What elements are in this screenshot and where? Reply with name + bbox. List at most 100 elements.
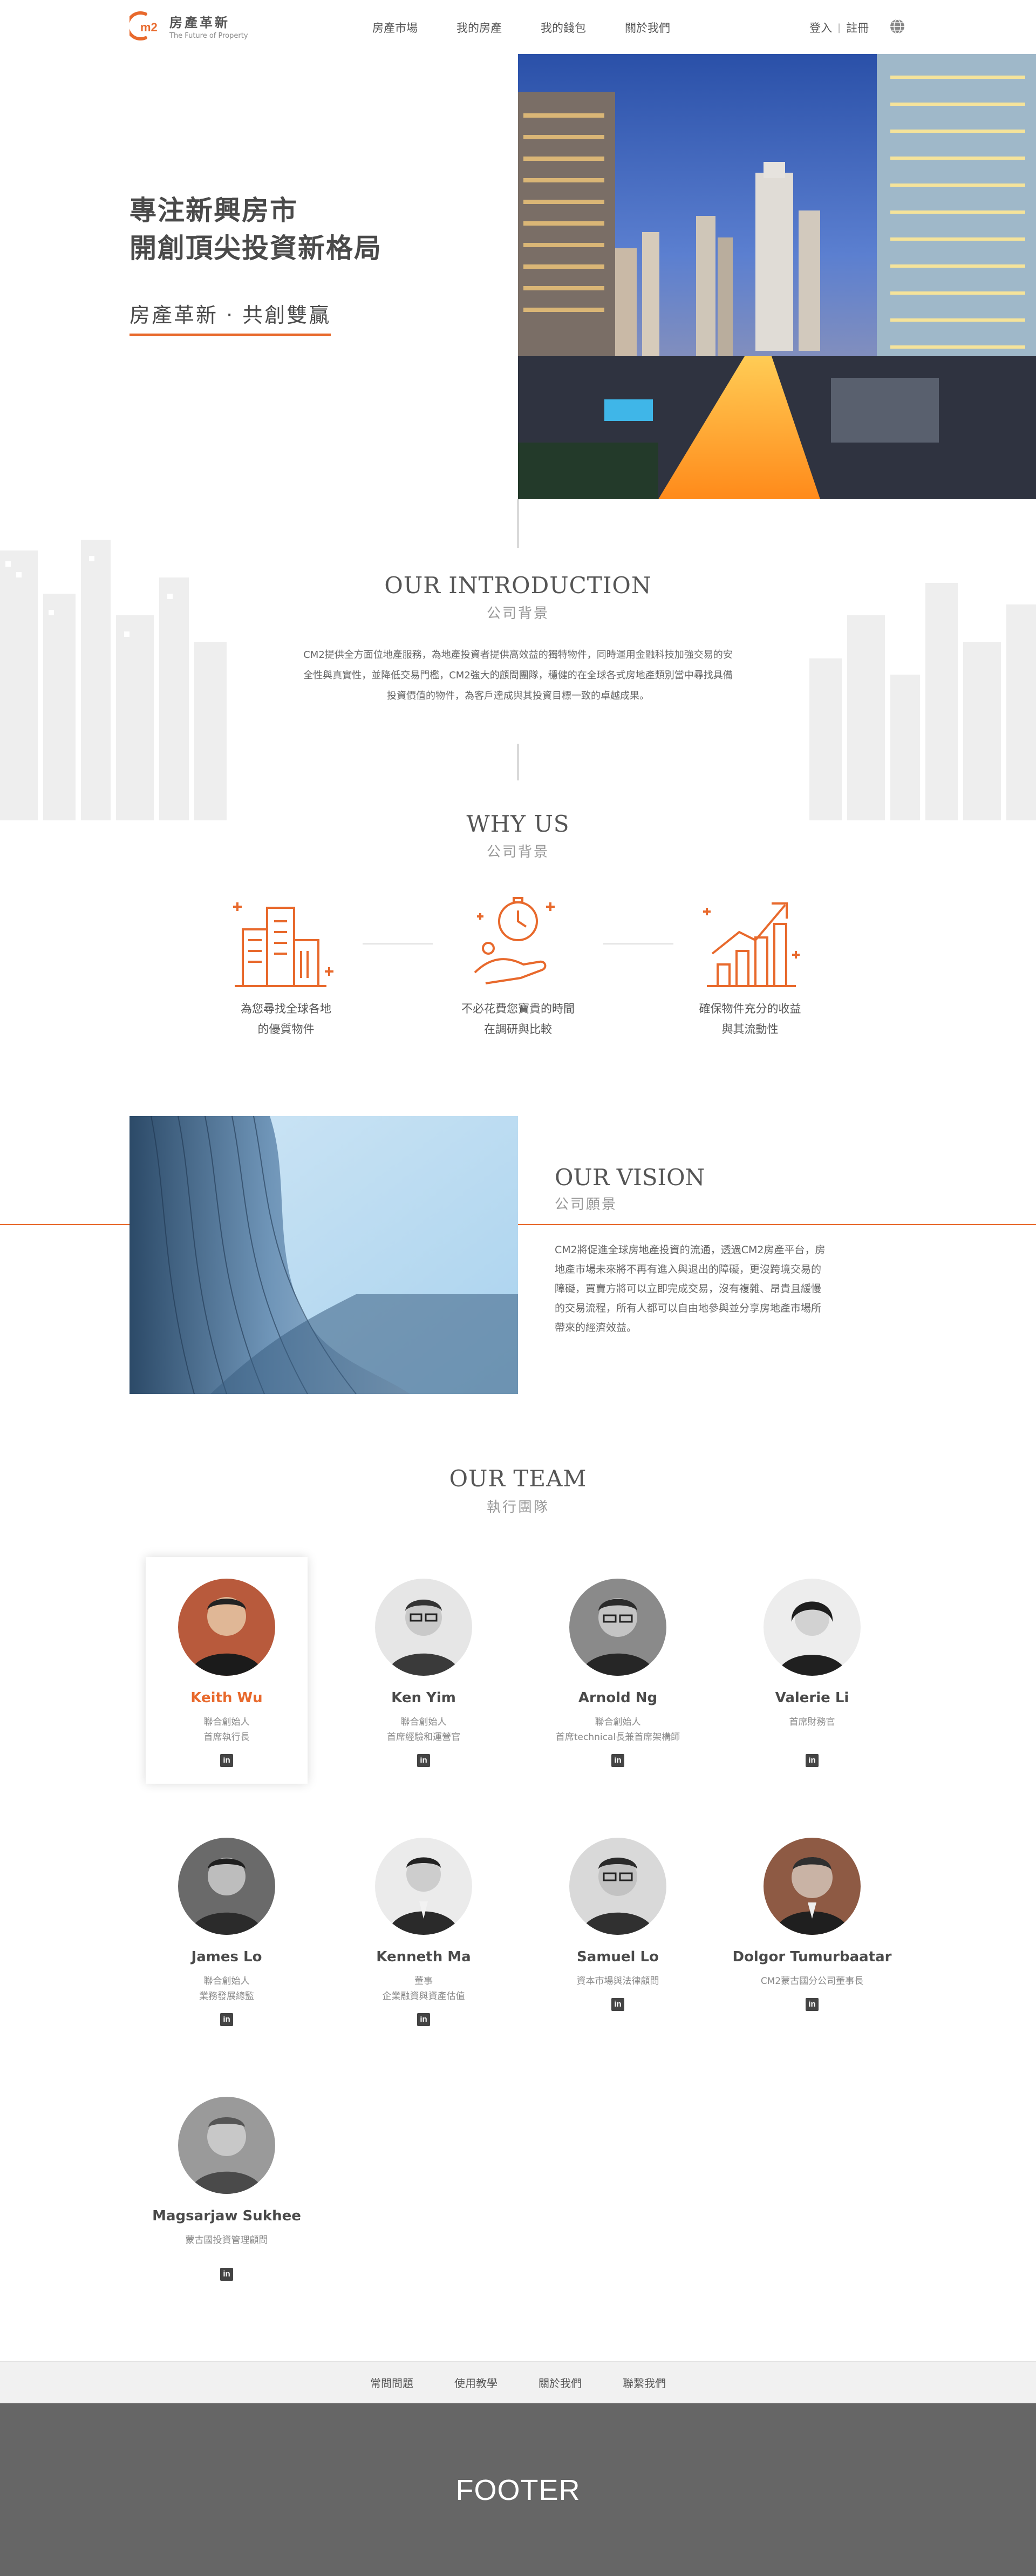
member-photo bbox=[178, 1838, 275, 1935]
member-name: Samuel Lo bbox=[577, 1949, 659, 1965]
intro-body: CM2提供全方面位地產服務，為地產投資者提供高效益的獨特物件，同時運用金融科技加… bbox=[264, 645, 772, 706]
why-us-item-text: 為您尋找全球各地 的優質物件 bbox=[189, 998, 383, 1039]
member-role: 董事 企業融資與資產估值 bbox=[343, 1974, 505, 2004]
footer-link-tutorial[interactable]: 使用教學 bbox=[454, 2375, 497, 2390]
linkedin-icon[interactable]: in bbox=[220, 1754, 233, 1767]
logo-text: 房產革新 The Future of Property bbox=[169, 12, 248, 40]
member-photo bbox=[375, 1579, 472, 1676]
hero-city-image bbox=[518, 54, 1036, 499]
intro-body-line: 投資價值的物件，為客戶達成與其投資目標一致的卓越成果。 bbox=[387, 690, 649, 702]
why-us-item-text: 不必花費您寶貴的時間 在調研與比較 bbox=[421, 998, 615, 1039]
vision-subtitle: 公司願景 bbox=[555, 1197, 618, 1213]
team-member-card[interactable]: Valerie Li 首席財務官 in bbox=[731, 1557, 893, 1784]
member-role: 聯合創始人 首席technical長兼首席架構師 bbox=[537, 1715, 699, 1745]
register-link[interactable]: 註冊 bbox=[846, 19, 869, 36]
member-role-line: 聯合創始人 bbox=[595, 1717, 641, 1728]
auth-links: 登入 | 註冊 bbox=[809, 19, 869, 36]
hero-title: 專注新興房市 開創頂尖投資新格局 bbox=[130, 192, 382, 267]
linkedin-icon[interactable]: in bbox=[806, 1754, 819, 1767]
linkedin-icon[interactable]: in bbox=[220, 2268, 233, 2281]
linkedin-icon[interactable]: in bbox=[417, 2013, 430, 2026]
why-us-item-line: 的優質物件 bbox=[257, 1023, 315, 1036]
login-link[interactable]: 登入 bbox=[809, 19, 832, 36]
member-name: James Lo bbox=[191, 1949, 262, 1965]
member-role: 首席財務官 bbox=[731, 1715, 893, 1730]
member-role: 聯合創始人 首席執行長 bbox=[146, 1715, 308, 1745]
site-header: m2 房產革新 The Future of Property 房產市場 我的房產… bbox=[0, 0, 1036, 54]
vision-body-line: 障礙，買賣方將可以立即完成交易，沒有複雜、昂貴且緩慢 bbox=[555, 1283, 822, 1295]
brand-tagline: The Future of Property bbox=[169, 32, 248, 40]
brand-name: 房產革新 bbox=[169, 15, 230, 30]
nav-item-market[interactable]: 房產市場 bbox=[372, 19, 418, 36]
intro-title: OUR INTRODUCTION bbox=[384, 572, 652, 599]
why-us-item-line: 與其流動性 bbox=[721, 1023, 779, 1036]
linkedin-icon[interactable]: in bbox=[417, 1754, 430, 1767]
member-name: Valerie Li bbox=[775, 1690, 849, 1706]
member-role: CM2蒙古國分公司董事長 bbox=[731, 1974, 893, 1989]
footer-link-contact[interactable]: 聯繫我們 bbox=[623, 2375, 666, 2390]
main-nav: 房產市場 我的房產 我的錢包 關於我們 bbox=[372, 19, 709, 36]
member-photo bbox=[569, 1838, 666, 1935]
footer-links: 常問問題 使用教學 關於我們 聯繫我們 bbox=[0, 2361, 1036, 2403]
member-role-line: 首席technical長兼首席架構師 bbox=[555, 1732, 680, 1743]
footer-link-about[interactable]: 關於我們 bbox=[539, 2375, 582, 2390]
skyline-left-decor bbox=[0, 540, 227, 820]
member-name: Dolgor Tumurbaatar bbox=[732, 1949, 892, 1965]
team-subtitle: 執行團隊 bbox=[486, 1499, 549, 1515]
member-photo bbox=[764, 1838, 861, 1935]
intro-body-line: 全性與真實性，並降低交易門檻，CM2強大的顧問團隊，穩健的在全球各式房地產類別當… bbox=[303, 670, 733, 681]
vision-body-line: CM2將促進全球房地產投資的流通，透過CM2房產平台，房 bbox=[555, 1244, 826, 1256]
member-role-line: 聯合創始人 bbox=[203, 1717, 250, 1728]
member-photo bbox=[569, 1579, 666, 1676]
member-photo bbox=[178, 1579, 275, 1676]
why-us-title: WHY US bbox=[466, 811, 570, 837]
logo-mark-icon: m2 bbox=[130, 11, 158, 40]
footer-link-faq[interactable]: 常問問題 bbox=[370, 2375, 413, 2390]
team-member-card[interactable]: Ken Yim 聯合創始人 首席經驗和運營官 in bbox=[343, 1557, 505, 1784]
hero-title-line: 專注新興房市 bbox=[130, 195, 298, 226]
why-us-connector bbox=[603, 943, 673, 944]
intro-body-line: CM2提供全方面位地產服務，為地產投資者提供高效益的獨特物件，同時運用金融科技加… bbox=[303, 649, 733, 661]
time-money-icon bbox=[474, 897, 555, 984]
intro-divider-line bbox=[517, 744, 519, 780]
member-role-line: 資本市場與法律顧問 bbox=[576, 1976, 659, 1987]
team-member-card[interactable]: Keith Wu 聯合創始人 首席執行長 in bbox=[146, 1557, 308, 1784]
team-member-card[interactable]: Arnold Ng 聯合創始人 首席technical長兼首席架構師 in bbox=[537, 1557, 699, 1784]
linkedin-icon[interactable]: in bbox=[220, 2013, 233, 2026]
linkedin-icon[interactable]: in bbox=[611, 1754, 624, 1767]
globe-icon[interactable] bbox=[889, 18, 905, 35]
member-role-line: 聯合創始人 bbox=[203, 1976, 250, 1987]
linkedin-icon[interactable]: in bbox=[806, 1998, 819, 2011]
footer-label: FOOTER bbox=[455, 2474, 581, 2506]
member-role: 資本市場與法律顧問 bbox=[537, 1974, 699, 1989]
team-member-card[interactable]: Magsarjaw Sukhee 蒙古國投資管理顧問 in bbox=[146, 2075, 308, 2302]
team-member-card[interactable]: Kenneth Ma 董事 企業融資與資產估值 in bbox=[343, 1816, 505, 2043]
member-role-line: 董事 bbox=[414, 1976, 433, 1987]
why-us-connector bbox=[363, 943, 433, 944]
member-name: Ken Yim bbox=[391, 1690, 456, 1706]
member-name: Arnold Ng bbox=[578, 1690, 658, 1706]
member-role-line: 聯合創始人 bbox=[400, 1717, 447, 1728]
team-member-card[interactable]: James Lo 聯合創始人 業務發展總監 in bbox=[146, 1816, 308, 2043]
linkedin-icon[interactable]: in bbox=[611, 1998, 624, 2011]
buildings-icon bbox=[233, 902, 333, 987]
nav-item-my-property[interactable]: 我的房產 bbox=[456, 19, 502, 36]
auth-separator: | bbox=[837, 22, 841, 33]
vision-architecture-image bbox=[130, 1116, 518, 1394]
member-name: Kenneth Ma bbox=[376, 1949, 471, 1965]
member-role-line: 首席執行長 bbox=[203, 1732, 250, 1743]
team-member-card[interactable]: Samuel Lo 資本市場與法律顧問 in bbox=[537, 1816, 699, 2043]
logo[interactable]: m2 房產革新 The Future of Property bbox=[130, 11, 248, 41]
hero-subtitle: 房產革新 · 共創雙贏 bbox=[130, 298, 331, 336]
intro-subtitle: 公司背景 bbox=[486, 606, 549, 622]
team-member-card[interactable]: Dolgor Tumurbaatar CM2蒙古國分公司董事長 in bbox=[731, 1816, 893, 2043]
member-role-line: 企業融資與資產估值 bbox=[382, 1991, 465, 2002]
member-name: Magsarjaw Sukhee bbox=[152, 2208, 301, 2224]
vision-body-line: 帶來的經濟效益。 bbox=[555, 1322, 637, 1334]
why-us-item-line: 確保物件充分的收益 bbox=[699, 1002, 801, 1015]
member-photo bbox=[375, 1838, 472, 1935]
nav-item-about[interactable]: 關於我們 bbox=[625, 19, 670, 36]
member-role-line: 首席經驗和運營官 bbox=[387, 1732, 460, 1743]
nav-item-my-wallet[interactable]: 我的錢包 bbox=[541, 19, 586, 36]
team-title: OUR TEAM bbox=[449, 1465, 587, 1492]
